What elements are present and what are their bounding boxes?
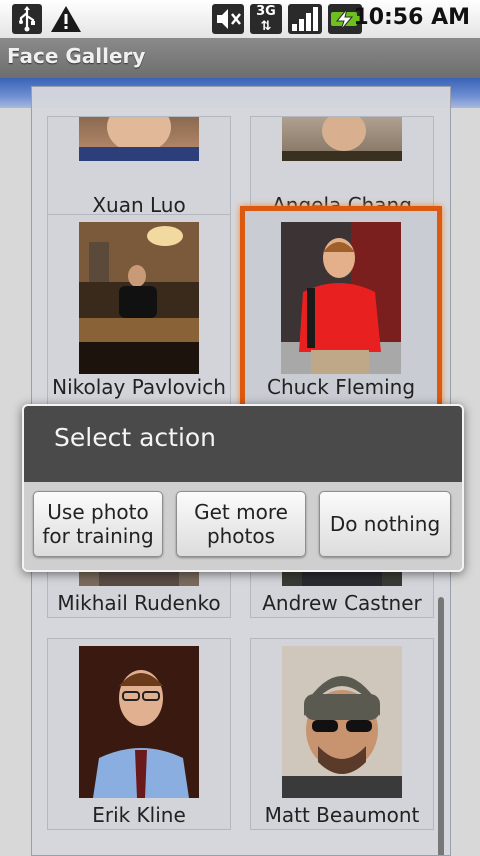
gallery-item-erik-kline[interactable]: Erik Kline <box>47 638 231 830</box>
person-name: Mikhail Rudenko <box>57 591 221 615</box>
scrollbar[interactable] <box>438 597 444 855</box>
warning-icon <box>51 6 81 32</box>
clock: 10:56 AM <box>353 5 470 30</box>
gallery-item-xuan-luo[interactable]: Xuan Luo <box>47 116 231 228</box>
person-name: Chuck Fleming <box>266 375 416 399</box>
face-photo <box>79 222 199 374</box>
get-more-photos-button[interactable]: Get more photos <box>176 491 306 557</box>
person-name: Erik Kline <box>92 803 186 827</box>
app-title: Face Gallery <box>7 44 146 68</box>
select-action-dialog: Select action Use photo for training Get… <box>22 404 464 572</box>
face-photo <box>282 117 402 161</box>
title-bar: Face Gallery <box>0 38 480 78</box>
dialog-header: Select action <box>24 406 462 482</box>
gallery-item-matt-beaumont[interactable]: Matt Beaumont <box>250 638 434 830</box>
mute-icon <box>212 4 244 34</box>
usb-icon <box>12 4 42 34</box>
status-bar: 3G ⇅ 10:56 AM <box>0 0 480 39</box>
face-photo <box>282 646 402 798</box>
gallery-item-chuck-fleming[interactable]: Chuck Fleming <box>240 206 442 414</box>
network-3g-icon: 3G ⇅ <box>250 4 282 34</box>
dialog-title: Select action <box>54 423 217 452</box>
face-photo <box>281 222 401 374</box>
gallery-item-nikolay-pavlovich[interactable]: Nikolay Pavlovich Laptev <box>47 214 231 425</box>
person-name: Matt Beaumont <box>264 803 420 827</box>
face-photo <box>79 117 199 161</box>
face-photo <box>79 646 199 798</box>
dialog-button-bar: Use photo for training Get more photos D… <box>24 482 462 570</box>
person-name: Andrew Castner <box>262 591 422 615</box>
person-name: Nikolay Pavlovich <box>52 375 226 399</box>
use-photo-for-training-button[interactable]: Use photo for training <box>33 491 163 557</box>
network-type-label: 3G <box>256 4 276 19</box>
signal-icon <box>288 4 322 34</box>
do-nothing-button[interactable]: Do nothing <box>319 491 451 557</box>
